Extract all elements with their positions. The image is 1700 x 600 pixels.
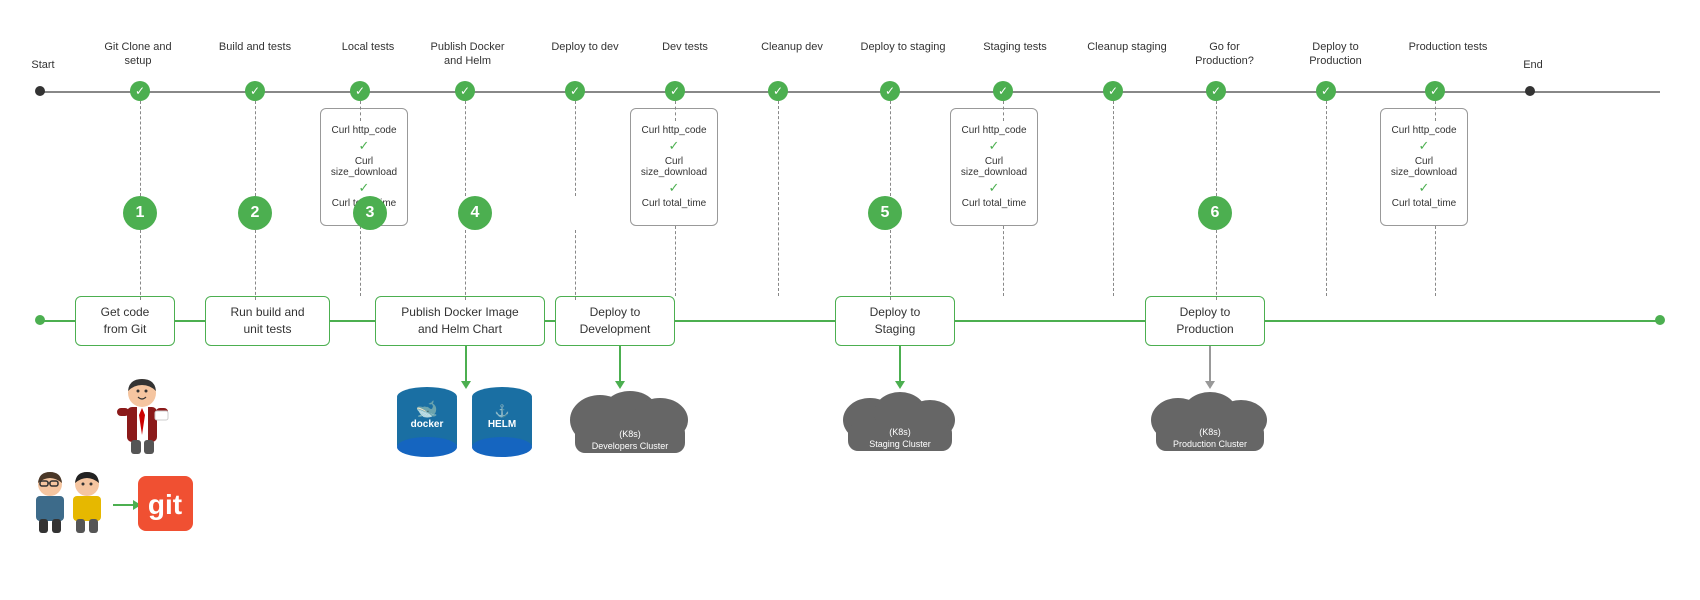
svg-text:⚓: ⚓ [495,404,510,418]
stage-end: End [1518,58,1548,72]
dashed-9a [1003,101,1004,121]
check-prod-tests: ✓ [1425,81,1445,101]
dev-cluster-cloud: (K8s) Developers Cluster [565,385,695,463]
deploy-prod-box: Deploy toProduction [1145,296,1265,346]
bottom-start-dot [35,315,45,325]
dashed-11 [1216,101,1217,196]
stage-start: Start [28,58,58,72]
check-local-tests: ✓ [350,81,370,101]
stage-go-prod-label: Go forProduction? [1182,40,1267,69]
stage-local-tests-label: Local tests [333,40,403,54]
check-git-clone: ✓ [130,81,150,101]
svg-text:Staging Cluster: Staging Cluster [869,439,931,449]
dashed-6b [675,226,676,296]
dashed-7 [778,101,779,296]
stage-dev-tests-label: Dev tests [650,40,720,54]
dashed-1 [140,101,141,196]
v-dash-1-bottom [140,230,141,300]
stage-build-label: Build and tests [215,40,295,54]
git-logo: git [138,476,193,534]
v-dash-4-bottom [465,230,466,300]
dashed-9b [1003,226,1004,296]
dashed-8 [890,101,891,196]
check-staging-tests: ✓ [993,81,1013,101]
num-circle-3: 3 [353,196,387,230]
svg-text:(K8s): (K8s) [889,427,911,437]
dev-tests-box: Curl http_code ✓ Curlsize_download ✓ Cur… [630,108,718,226]
svg-text:git: git [148,489,182,520]
staging-cluster-cloud: (K8s) Staging Cluster [840,385,960,463]
v-dash-5-bottom [575,230,576,300]
v-dash-2-bottom [255,230,256,300]
dashed-2 [255,101,256,196]
svg-text:HELM: HELM [488,419,516,430]
num-circle-6: 6 [1198,196,1232,230]
check-deploy-staging: ✓ [880,81,900,101]
stage-staging-tests-label: Staging tests [975,40,1055,54]
docker-icon: docker 🐋 [395,385,460,460]
stage-deploy-staging-label: Deploy to staging [858,40,948,54]
bottom-end-dot [1655,315,1665,325]
stage-git-clone-label: Git Clone andsetup [98,40,178,69]
developer-figure-2 [65,470,110,538]
end-dot [1525,86,1535,96]
svg-text:🐋: 🐋 [416,399,438,419]
stage-prod-tests-label: Production tests [1403,40,1493,54]
svg-text:Production Cluster: Production Cluster [1173,439,1247,449]
staging-tests-box: Curl http_code ✓ Curlsize_download ✓ Cur… [950,108,1038,226]
dashed-3a [360,101,361,121]
dashed-4 [465,101,466,196]
stage-deploy-prod-top-label: Deploy toProduction [1293,40,1378,69]
svg-text:Developers Cluster: Developers Cluster [592,441,669,451]
deploy-dev-box: Deploy toDevelopment [555,296,675,346]
stage-cleanup-staging-label: Cleanup staging [1082,40,1172,54]
check-publish: ✓ [455,81,475,101]
num-circle-1: 1 [123,196,157,230]
check-cleanup-dev: ✓ [768,81,788,101]
dashed-5 [575,101,576,196]
svg-text:(K8s): (K8s) [619,429,641,439]
dashed-13a [1435,101,1436,121]
check-dev-tests: ✓ [665,81,685,101]
pipeline-diagram: Start End Git Clone andsetup ✓ Build and… [0,0,1700,600]
num-circle-2: 2 [238,196,272,230]
get-code-box: Get codefrom Git [75,296,175,346]
run-build-box: Run build andunit tests [205,296,330,346]
dashed-6a [675,101,676,121]
check-deploy-dev: ✓ [565,81,585,101]
dashed-3b [360,226,361,296]
deploy-staging-box: Deploy toStaging [835,296,955,346]
helm-icon: HELM ⚓ [470,385,535,460]
prod-tests-box: Curl http_code ✓ Curlsize_download ✓ Cur… [1380,108,1468,226]
svg-text:docker: docker [411,419,444,430]
v-dash-8-bottom [890,230,891,300]
start-dot [35,86,45,96]
dashed-12 [1326,101,1327,296]
check-go-prod: ✓ [1206,81,1226,101]
check-deploy-prod: ✓ [1316,81,1336,101]
check-build: ✓ [245,81,265,101]
dashed-10 [1113,101,1114,296]
jenkins-figure [115,375,170,467]
publish-docker-box: Publish Docker Imageand Helm Chart [375,296,545,346]
stage-publish-label: Publish Dockerand Helm [425,40,510,69]
stage-deploy-dev-label: Deploy to dev [545,40,625,54]
prod-cluster-cloud: (K8s) Production Cluster [1148,385,1273,463]
top-pipeline-line [40,91,1660,93]
dashed-13b [1435,226,1436,296]
svg-text:(K8s): (K8s) [1199,427,1221,437]
check-cleanup-staging: ✓ [1103,81,1123,101]
num-circle-5: 5 [868,196,902,230]
stage-cleanup-dev-label: Cleanup dev [752,40,832,54]
v-dash-11-bottom [1216,230,1217,300]
num-circle-4: 4 [458,196,492,230]
